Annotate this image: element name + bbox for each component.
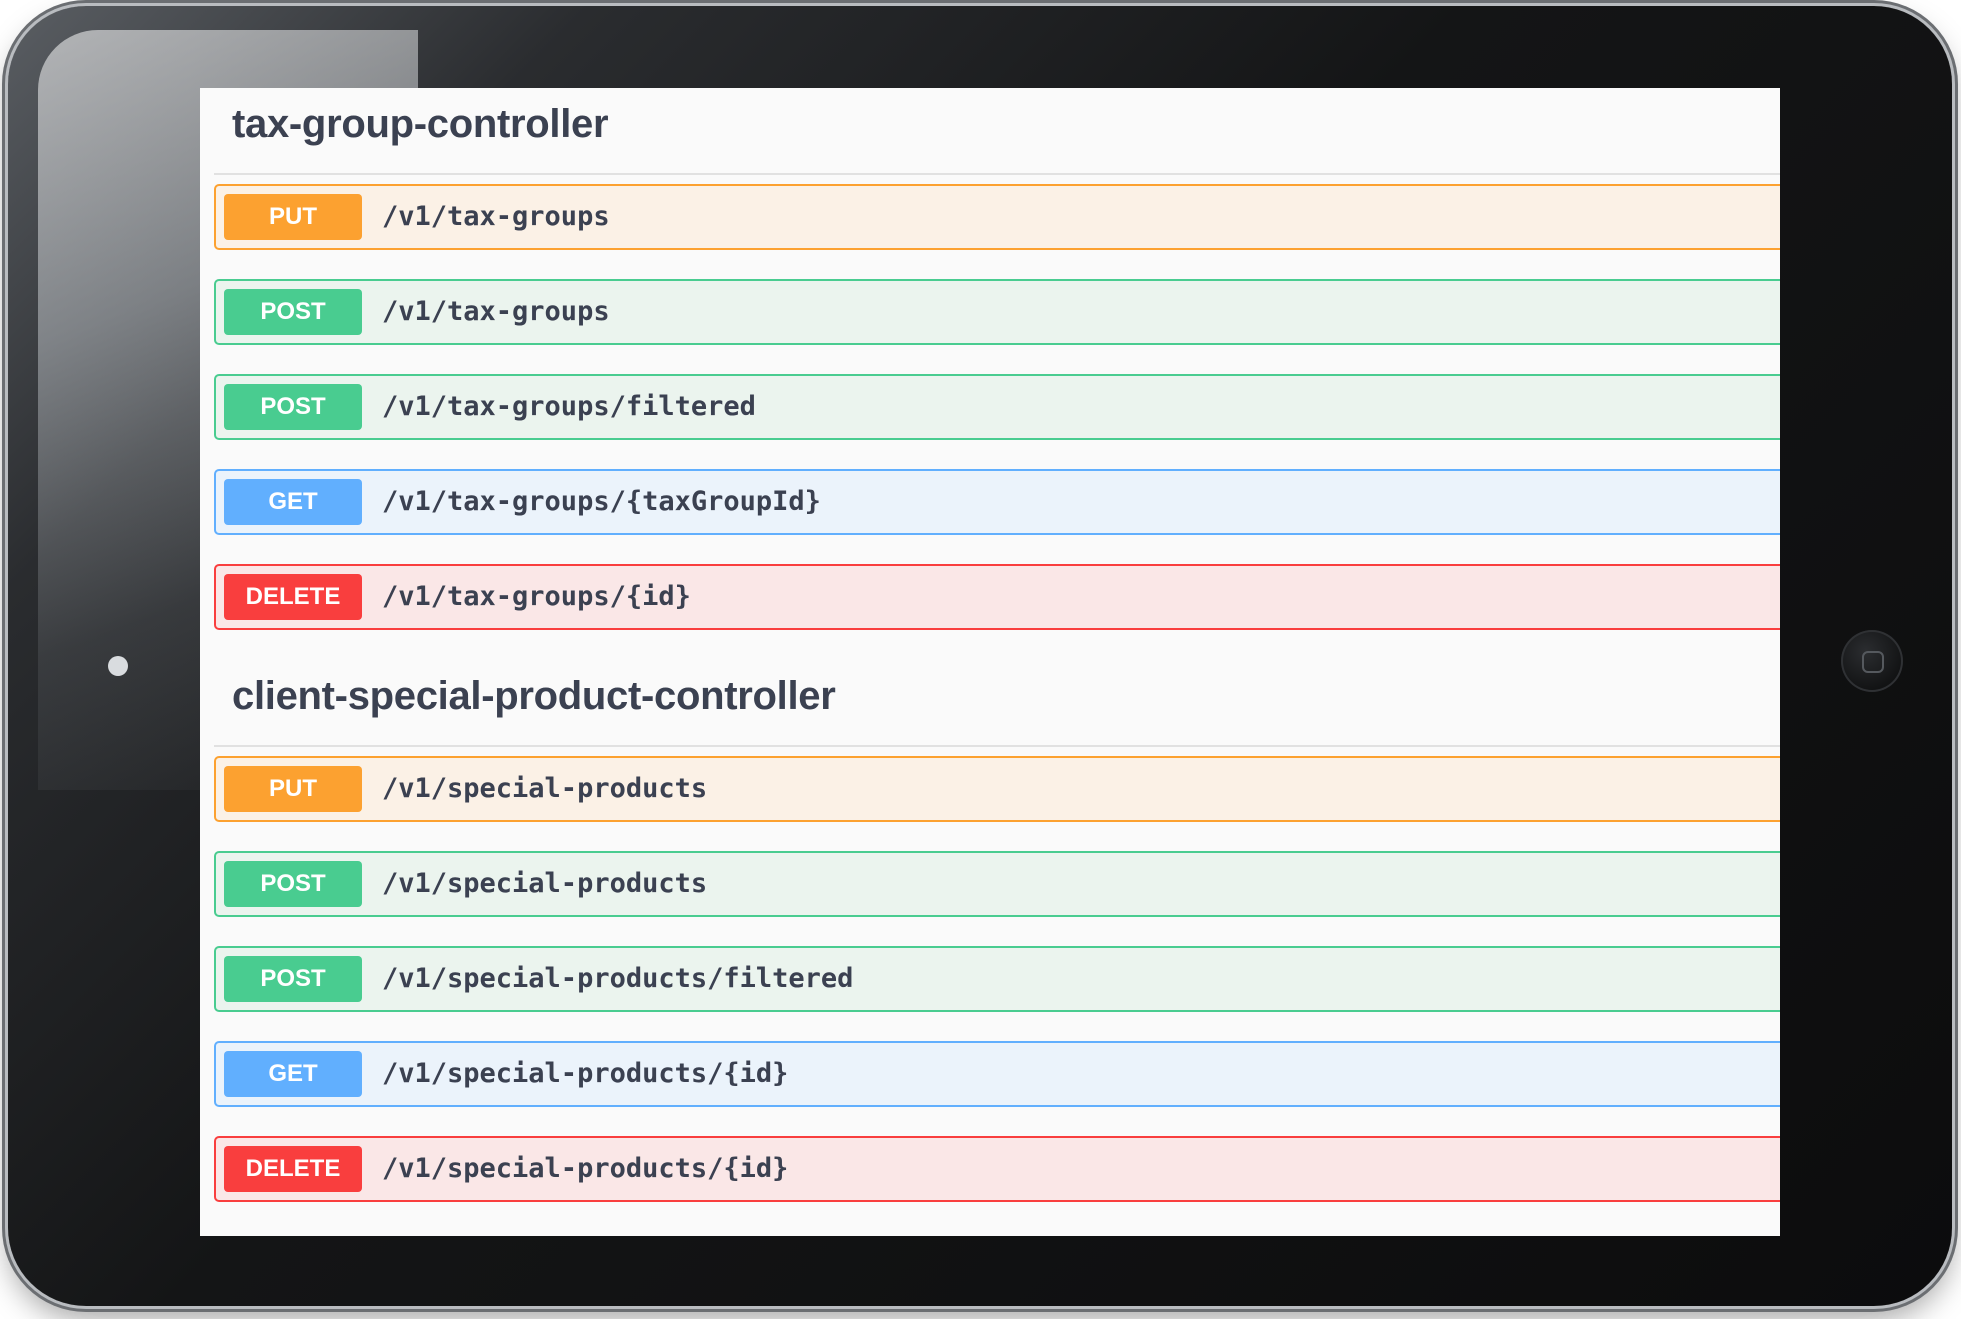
method-badge: DELETE [224,574,362,620]
operation-path: /v1/special-products/filtered [382,963,854,994]
operation-put-special-products[interactable]: PUT /v1/special-products [214,756,1780,822]
camera-dot-icon [108,656,128,676]
operation-delete-tax-group[interactable]: DELETE /v1/tax-groups/{id} [214,564,1780,630]
operation-path: /v1/tax-groups [382,201,610,232]
tablet-frame: tax-group-controller PUT /v1/tax-groups … [8,6,1952,1306]
operation-path: /v1/tax-groups/{id} [382,581,691,612]
operation-path: /v1/special-products [382,773,708,804]
method-badge: GET [224,479,362,525]
method-badge: PUT [224,194,362,240]
operation-post-tax-groups-filtered[interactable]: POST /v1/tax-groups/filtered [214,374,1780,440]
section-title-client-special-product-controller[interactable]: client-special-product-controller [232,674,836,719]
operation-path: /v1/tax-groups/filtered [382,391,756,422]
operation-post-tax-groups[interactable]: POST /v1/tax-groups [214,279,1780,345]
section-divider [214,745,1780,747]
operation-get-tax-group-by-id[interactable]: GET /v1/tax-groups/{taxGroupId} [214,469,1780,535]
operation-delete-special-product[interactable]: DELETE /v1/special-products/{id} [214,1136,1780,1202]
method-badge: GET [224,1051,362,1097]
operation-post-special-products-filtered[interactable]: POST /v1/special-products/filtered [214,946,1780,1012]
method-badge: DELETE [224,1146,362,1192]
home-square-icon [1862,651,1884,673]
operation-get-special-product-by-id[interactable]: GET /v1/special-products/{id} [214,1041,1780,1107]
operation-post-special-products[interactable]: POST /v1/special-products [214,851,1780,917]
swagger-screen: tax-group-controller PUT /v1/tax-groups … [200,88,1780,1236]
section-title-tax-group-controller[interactable]: tax-group-controller [232,102,609,147]
section-divider [214,173,1780,175]
operation-path: /v1/tax-groups [382,296,610,327]
method-badge: PUT [224,766,362,812]
operation-path: /v1/special-products/{id} [382,1153,789,1184]
operation-path: /v1/special-products/{id} [382,1058,789,1089]
operation-path: /v1/special-products [382,868,708,899]
operation-put-tax-groups[interactable]: PUT /v1/tax-groups [214,184,1780,250]
method-badge: POST [224,384,362,430]
method-badge: POST [224,956,362,1002]
home-button-icon[interactable] [1841,630,1903,692]
method-badge: POST [224,289,362,335]
operation-path: /v1/tax-groups/{taxGroupId} [382,486,821,517]
method-badge: POST [224,861,362,907]
